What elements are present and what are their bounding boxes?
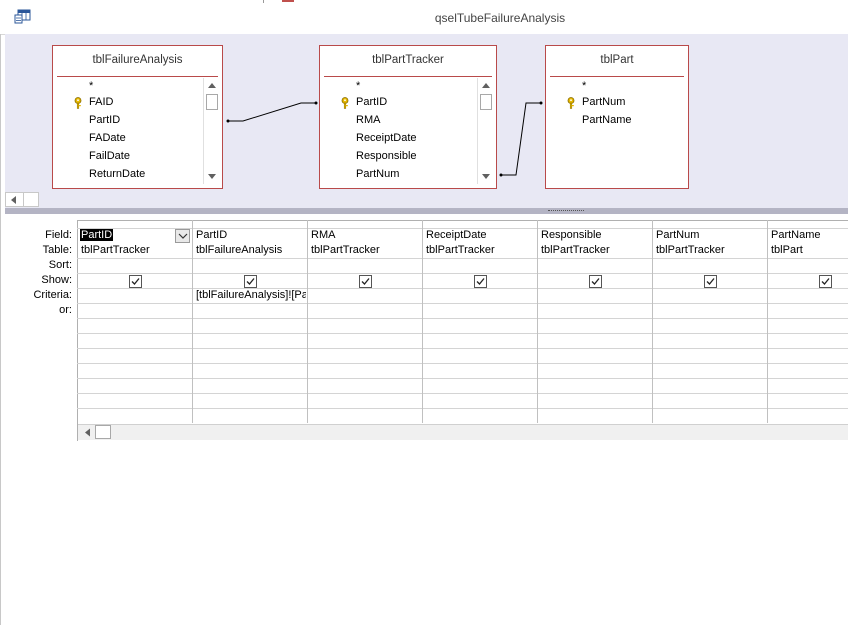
table-title[interactable]: tblFailureAnalysis (53, 54, 222, 66)
splitter-grip[interactable] (548, 210, 584, 213)
grid-field-cell[interactable]: PartName (771, 229, 848, 241)
show-checkbox[interactable] (129, 275, 142, 288)
scroll-left-arrow-icon[interactable] (8, 194, 20, 206)
field-item[interactable]: * (582, 80, 586, 92)
grid-table-cell[interactable]: tblPartTracker (311, 244, 421, 256)
show-checkbox[interactable] (244, 275, 257, 288)
grid-field-cell[interactable]: RMA (311, 229, 421, 241)
grid-field-cell[interactable]: ReceiptDate (426, 229, 536, 241)
field-item[interactable]: FailDate (89, 150, 130, 162)
field-item[interactable]: PartID (89, 114, 120, 126)
primary-key-icon (341, 97, 349, 109)
show-checkbox[interactable] (359, 275, 372, 288)
field-item[interactable]: FADate (89, 132, 126, 144)
vertical-scrollbar[interactable] (203, 78, 220, 184)
grid-row-labels: Field: Table: Sort: Show: Criteria: or: (0, 229, 72, 319)
scroll-left-arrow-icon[interactable] (82, 427, 94, 438)
vertical-scrollbar[interactable] (477, 78, 494, 184)
grid-field-cell[interactable]: PartID (80, 229, 114, 241)
table-title-divider (550, 76, 684, 77)
scroll-down-arrow-icon[interactable] (204, 168, 220, 184)
chevron-down-icon[interactable] (178, 232, 188, 240)
field-item[interactable]: * (356, 80, 360, 92)
grid-field-cell[interactable]: PartNum (656, 229, 766, 241)
primary-key-icon (74, 97, 82, 109)
field-item[interactable]: PartName (582, 114, 632, 126)
scroll-thumb[interactable] (206, 94, 218, 110)
scroll-thumb-edge (23, 193, 24, 206)
show-checkbox[interactable] (589, 275, 602, 288)
grid-field-cell[interactable]: Responsible (541, 229, 651, 241)
table-box-tblparttracker[interactable]: tblPartTracker * PartID RMA ReceiptDate … (319, 45, 497, 189)
field-item[interactable]: PartNum (356, 168, 399, 180)
row-label-table: Table: (42, 244, 72, 256)
scroll-up-arrow-icon[interactable] (478, 78, 494, 94)
table-title-divider (57, 76, 218, 77)
grid-hscrollbar[interactable] (78, 424, 848, 440)
upper-pane-hscrollbar[interactable] (5, 192, 39, 207)
grid-table-cell[interactable]: tblPartTracker (656, 244, 766, 256)
grid-table-cell[interactable]: tblFailureAnalysis (196, 244, 306, 256)
grid-criteria-cell[interactable]: [tblFailureAnalysis]![PartID] (196, 289, 306, 301)
scroll-down-arrow-icon[interactable] (478, 168, 494, 184)
field-item[interactable]: PartID (356, 96, 387, 108)
row-label-or: or: (59, 304, 72, 316)
show-checkbox[interactable] (704, 275, 717, 288)
table-title[interactable]: tblPartTracker (320, 54, 496, 66)
pane-splitter[interactable] (5, 208, 848, 214)
field-item[interactable]: PartNum (582, 96, 625, 108)
field-item[interactable]: Responsible (356, 150, 417, 162)
grid-field-cell[interactable]: PartID (196, 229, 306, 241)
field-item[interactable]: RMA (356, 114, 380, 126)
field-item[interactable]: ReceiptDate (356, 132, 417, 144)
table-title-divider (324, 76, 492, 77)
scroll-thumb[interactable] (480, 94, 492, 110)
table-box-tblpart[interactable]: tblPart * PartNum PartName (545, 45, 689, 189)
grid-table-cell[interactable]: tblPart (771, 244, 848, 256)
row-label-criteria: Criteria: (33, 289, 72, 301)
table-box-tblfailureanalysis[interactable]: tblFailureAnalysis * FAID PartID FADate … (52, 45, 223, 189)
row-label-field: Field: (45, 229, 72, 241)
field-dropdown-button[interactable] (175, 229, 190, 243)
field-item[interactable]: ReturnDate (89, 168, 145, 180)
field-item[interactable]: FAID (89, 96, 113, 108)
primary-key-icon (567, 97, 575, 109)
show-checkbox[interactable] (474, 275, 487, 288)
row-label-show: Show: (41, 274, 72, 286)
scroll-thumb[interactable] (95, 425, 111, 439)
grid-table-cell[interactable]: tblPartTracker (81, 244, 191, 256)
table-title[interactable]: tblPart (546, 54, 688, 66)
scroll-up-arrow-icon[interactable] (204, 78, 220, 94)
grid-table-cell[interactable]: tblPartTracker (426, 244, 536, 256)
row-label-sort: Sort: (48, 259, 72, 271)
grid-table-cell[interactable]: tblPartTracker (541, 244, 651, 256)
show-checkbox[interactable] (819, 275, 832, 288)
field-item[interactable]: * (89, 80, 93, 92)
